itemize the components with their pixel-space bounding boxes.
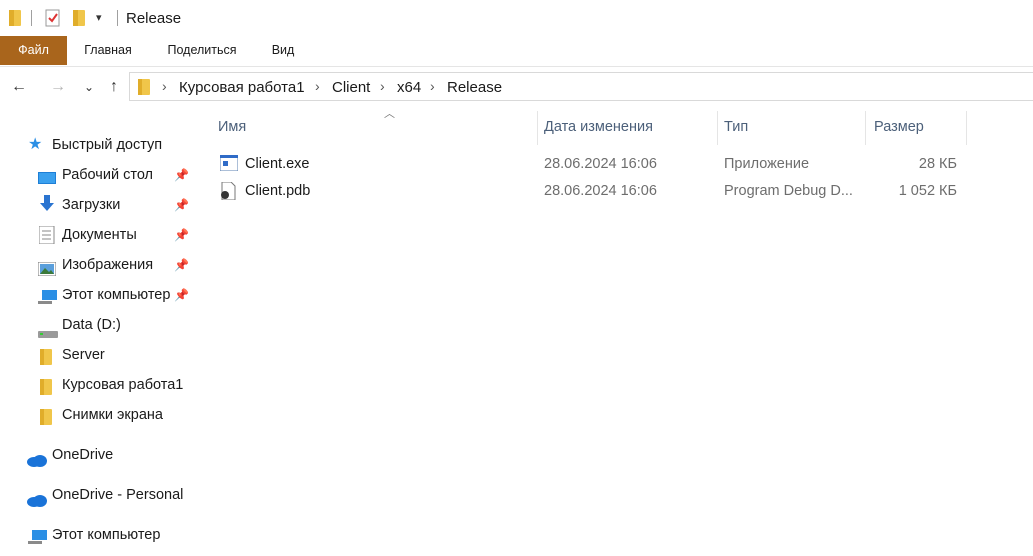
sort-up-icon: ︿: [384, 108, 395, 120]
pin-icon[interactable]: 📌: [174, 161, 189, 189]
sidebar-item-this-pc-pinned[interactable]: Этот компьютер 📌: [38, 281, 193, 309]
file-date: 28.06.2024 16:06: [544, 156, 657, 172]
customize-toolbar-icon[interactable]: ▾: [96, 11, 102, 24]
chevron-right-icon[interactable]: ›: [380, 78, 385, 94]
tab-home[interactable]: Главная: [72, 36, 144, 65]
pictures-icon: [37, 258, 57, 277]
file-type: Program Debug D...: [724, 183, 853, 199]
sidebar-item-data-d[interactable]: Data (D:): [38, 311, 193, 339]
drive-icon: [38, 321, 58, 338]
folder-icon: [8, 9, 22, 32]
sidebar-item-label: Рабочий стол: [62, 167, 154, 183]
exe-icon: [219, 154, 239, 173]
sidebar-item-label: Курсовая работа1: [62, 377, 184, 393]
column-divider[interactable]: [966, 111, 967, 145]
breadcrumb-release[interactable]: Release: [447, 79, 502, 96]
sidebar-item-pictures[interactable]: Изображения 📌: [37, 251, 193, 279]
pin-icon[interactable]: 📌: [174, 191, 189, 219]
sidebar-item-label: Server: [62, 347, 105, 363]
column-label: Имя: [218, 119, 247, 135]
file-name: Client.exe: [245, 156, 310, 172]
sidebar-item-this-pc[interactable]: Этот компьютер: [26, 521, 193, 549]
sidebar-item-quick-access[interactable]: ★ Быстрый доступ: [28, 131, 193, 159]
sidebar-item-label: Быстрый доступ: [52, 137, 163, 153]
chevron-right-icon[interactable]: ›: [315, 78, 320, 94]
title-bar: ▾ Release: [0, 0, 1033, 36]
forward-button[interactable]: →: [48, 77, 68, 97]
file-size: 1 052 КБ: [898, 183, 957, 199]
tab-file[interactable]: Файл: [0, 36, 67, 65]
breadcrumb-x64[interactable]: x64: [397, 79, 421, 96]
properties-icon[interactable]: [44, 9, 62, 32]
sidebar-item-label: Снимки экрана: [62, 407, 163, 423]
file-date: 28.06.2024 16:06: [544, 183, 657, 199]
pin-icon[interactable]: 📌: [174, 251, 189, 279]
folder-icon: [40, 407, 58, 425]
table-row[interactable]: Client.pdb 28.06.2024 16:06 Program Debu…: [216, 178, 976, 204]
file-list: ︿ Имя Дата изменения Тип Размер Client.e…: [196, 107, 1033, 548]
download-icon: [38, 195, 56, 211]
sidebar-item-label: Изображения: [62, 257, 154, 273]
sidebar-item-downloads[interactable]: Загрузки 📌: [38, 191, 193, 219]
computer-icon: [38, 288, 57, 304]
pdb-icon: [220, 181, 238, 201]
folder-icon: [138, 79, 150, 100]
sidebar-item-desktop[interactable]: Рабочий стол 📌: [38, 161, 193, 189]
tab-view[interactable]: Вид: [260, 36, 306, 65]
new-folder-icon[interactable]: [72, 9, 86, 32]
column-header-size[interactable]: Размер: [866, 107, 966, 147]
sidebar-item-label: Документы: [62, 227, 137, 243]
cloud-icon: [26, 489, 47, 507]
column-label: Тип: [724, 119, 749, 135]
sidebar-item-server[interactable]: Server: [38, 341, 193, 369]
address-bar[interactable]: › Курсовая работа1 › Client › x64 › Rele…: [129, 72, 1033, 101]
cloud-icon: [26, 449, 47, 467]
navigation-pane: ★ Быстрый доступ Рабочий стол 📌 Загрузки…: [0, 107, 195, 548]
chevron-right-icon[interactable]: ›: [162, 78, 167, 94]
desktop-icon: [38, 168, 56, 184]
file-name: Client.pdb: [245, 183, 311, 199]
column-label: Дата изменения: [544, 119, 653, 135]
pin-icon[interactable]: 📌: [174, 221, 189, 249]
documents-icon: [38, 225, 57, 245]
navigation-bar: ← → ⌄ ↑ › Курсовая работа1 › Client › x6…: [0, 67, 1033, 107]
file-type: Приложение: [724, 156, 810, 172]
sidebar-item-label: OneDrive: [52, 447, 114, 463]
column-header-name[interactable]: ︿ Имя: [212, 107, 537, 147]
window-title: Release: [126, 10, 182, 27]
sidebar-item-onedrive-personal[interactable]: OneDrive - Personal: [26, 481, 193, 509]
tab-share[interactable]: Поделиться: [156, 36, 248, 65]
sidebar-item-onedrive[interactable]: OneDrive: [26, 441, 193, 469]
sidebar-item-label: Загрузки: [62, 197, 121, 213]
sidebar-item-label: Data (D:): [62, 317, 121, 333]
ribbon: Файл Главная Поделиться Вид: [0, 36, 1033, 67]
sidebar-item-label: Этот компьютер: [62, 287, 171, 303]
column-header-type[interactable]: Тип: [718, 107, 864, 147]
folder-icon: [40, 377, 58, 395]
breadcrumb-client[interactable]: Client: [332, 79, 370, 96]
sidebar-item-screenshots[interactable]: Снимки экрана: [38, 401, 193, 429]
computer-icon: [28, 528, 47, 544]
breadcrumb-kursovaya[interactable]: Курсовая работа1: [179, 79, 305, 96]
chevron-right-icon[interactable]: ›: [430, 78, 435, 94]
sidebar-item-kursovaya[interactable]: Курсовая работа1: [38, 371, 193, 399]
sidebar-item-label: Этот компьютер: [52, 527, 161, 543]
recent-locations-button[interactable]: ⌄: [79, 77, 99, 97]
star-icon: ★: [28, 136, 43, 153]
column-label: Размер: [874, 119, 924, 135]
up-button[interactable]: ↑: [104, 77, 124, 97]
title-separator: [31, 10, 32, 26]
title-separator: [117, 10, 118, 26]
pin-icon[interactable]: 📌: [174, 281, 189, 309]
back-button[interactable]: ←: [9, 77, 29, 97]
column-header-date[interactable]: Дата изменения: [538, 107, 718, 147]
file-size: 28 КБ: [918, 156, 957, 172]
table-row[interactable]: Client.exe 28.06.2024 16:06 Приложение 2…: [216, 151, 976, 177]
sidebar-item-documents[interactable]: Документы 📌: [38, 221, 193, 249]
sidebar-item-label: OneDrive - Personal: [52, 487, 184, 503]
folder-icon: [40, 347, 58, 365]
